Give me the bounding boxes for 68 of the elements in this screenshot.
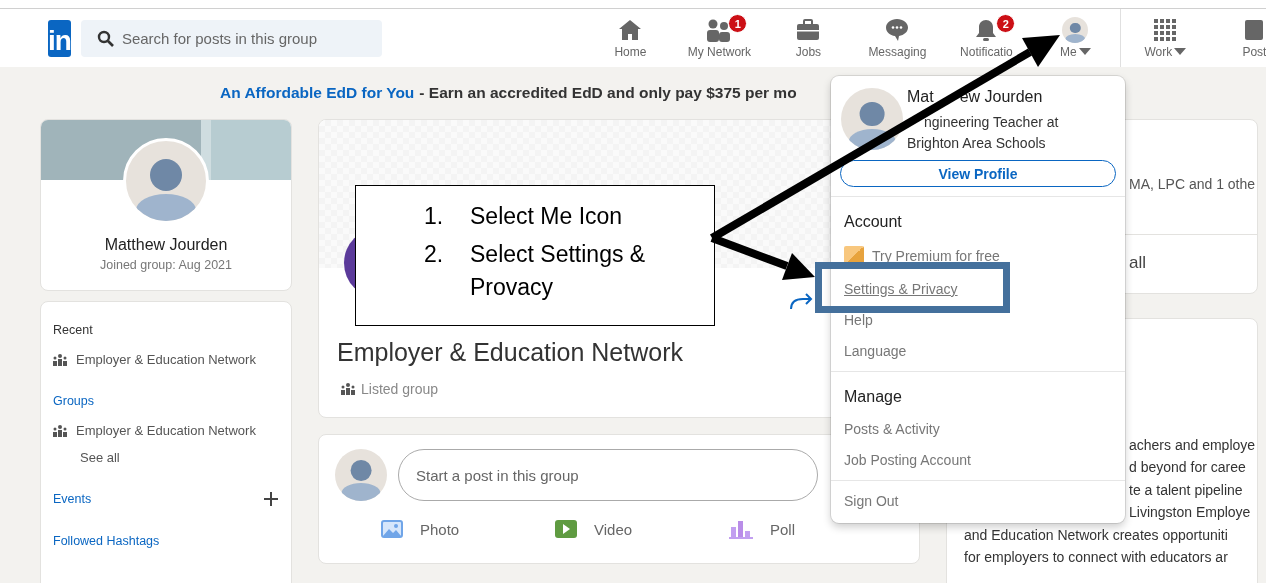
menu-section-title: Manage (844, 388, 903, 406)
group-icon (53, 353, 67, 366)
share-arrow-icon[interactable] (789, 292, 813, 310)
nav-item[interactable]: Post (1209, 9, 1266, 67)
view-profile-button[interactable]: View Profile (840, 160, 1116, 187)
nav-item[interactable]: Home (585, 9, 675, 67)
see-all-link[interactable]: all (1129, 253, 1146, 273)
post-action-button[interactable]: Video (555, 519, 729, 539)
search-input[interactable]: Search for posts in this group (121, 29, 382, 47)
menu-item[interactable]: Help (844, 312, 873, 328)
menu-headline: ngineering Teacher at Brighton Area Schools (907, 113, 1060, 153)
section-title[interactable]: Followed Hashtags (53, 534, 160, 548)
about-text-line: Livingston Employe (1129, 503, 1251, 523)
bell-icon (974, 18, 999, 42)
home-icon (618, 19, 643, 41)
avatar-icon (1062, 17, 1089, 43)
group-link[interactable]: Employer & Education Network (53, 352, 279, 367)
search-icon (96, 29, 114, 47)
group-icon (341, 383, 355, 395)
nav-item[interactable]: 2 Notificatio (941, 9, 1031, 67)
notification-count: 2 (996, 14, 1016, 33)
bar-chart-icon (729, 519, 753, 539)
menu-section-title: Account (844, 213, 903, 231)
people-icon (706, 18, 733, 42)
nav-item[interactable]: 1 My Network (674, 9, 764, 67)
about-text-line: achers and employe (1129, 436, 1256, 455)
members-note: MA, LPC and 1 othe (1129, 176, 1256, 192)
sign-out-link[interactable]: Sign Out (831, 480, 1125, 521)
about-text-line: te a talent pipeline (1129, 480, 1243, 500)
profile-name: Matthew Jourden (103, 236, 229, 254)
briefcase-icon (796, 19, 821, 41)
notification-count: 1 (728, 14, 748, 33)
about-text-line: for employers to connect with educators ar (964, 548, 1228, 568)
section-title[interactable]: Events (53, 492, 92, 506)
group-visibility: Listed group (361, 381, 439, 397)
avatar (335, 449, 387, 501)
image-icon (381, 520, 403, 538)
post-input[interactable]: Start a post in this group (416, 466, 636, 484)
section-title[interactable]: Groups (53, 394, 94, 408)
ad-text: - Earn an accredited EdD and only pay $375 per mo (419, 84, 797, 102)
section-title: Recent (53, 323, 93, 337)
instruction-step: 1. Select Me Icon (424, 200, 714, 233)
nav-item[interactable]: Messaging (852, 9, 942, 67)
instruction-step: 2. Select Settings & Provacy (424, 238, 714, 304)
joined-date: Joined group: Aug 2021 (98, 258, 234, 272)
menu-item[interactable]: Posts & Activity (844, 421, 940, 437)
post-action-button[interactable]: Photo (381, 519, 555, 539)
group-title: Employer & Education Network (337, 338, 683, 367)
nav-item[interactable]: Me (1030, 9, 1120, 67)
menu-profile-name: Mat (907, 88, 934, 106)
logo[interactable]: in (48, 19, 71, 57)
group-icon (53, 424, 67, 437)
chat-bubble-icon (885, 18, 910, 42)
see-all-link[interactable]: See all (53, 450, 279, 465)
document-icon (1244, 19, 1265, 41)
ad-link[interactable]: An Affordable EdD for You (220, 84, 415, 102)
about-text-line: d beyond for caree (1129, 458, 1246, 478)
post-action-button[interactable]: Poll (729, 519, 903, 539)
menu-item[interactable]: Job Posting Account (844, 452, 971, 468)
play-icon (555, 520, 577, 538)
menu-item[interactable]: Settings & Privacy (844, 281, 958, 297)
grid-icon (1154, 19, 1177, 41)
about-text-line: and Education Network creates opportuniti (964, 525, 1228, 545)
plus-icon[interactable] (263, 491, 279, 507)
menu-item[interactable]: Language (844, 343, 907, 359)
nav-item[interactable]: Jobs (763, 9, 853, 67)
group-link[interactable]: Employer & Education Network (53, 423, 279, 438)
search-field[interactable]: Search for posts in this group (80, 19, 382, 57)
